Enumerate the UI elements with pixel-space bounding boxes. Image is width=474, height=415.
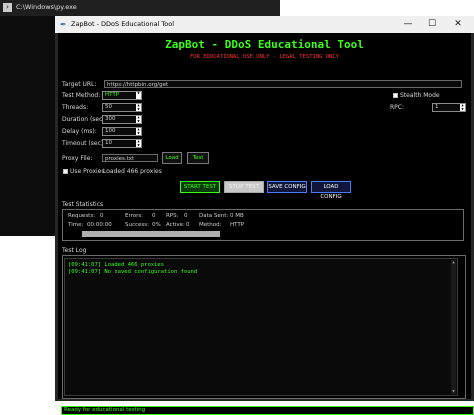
start-test-button[interactable]: START TEST bbox=[180, 181, 220, 193]
errors-label: Errors: bbox=[125, 213, 144, 219]
scroll-up-icon[interactable]: ▲ bbox=[451, 260, 456, 265]
spin-arrows-icon[interactable]: ▲ ▼ bbox=[136, 139, 141, 147]
spin-arrows-icon[interactable]: ▲ ▼ bbox=[136, 103, 141, 111]
target-url-label: Target URL: bbox=[62, 81, 97, 88]
active-value: 0 bbox=[186, 222, 190, 228]
maximize-button[interactable]: ☐ bbox=[419, 17, 445, 31]
proxy-load-button[interactable]: Load bbox=[162, 152, 182, 164]
rps-label: RPS: bbox=[166, 213, 179, 219]
log-scrollbar[interactable]: ▲ ▼ bbox=[451, 260, 456, 394]
rpc-value: 1 bbox=[435, 104, 439, 110]
requests-label: Requests: bbox=[68, 213, 96, 219]
errors-value: 0 bbox=[152, 213, 156, 219]
close-button[interactable]: ✕ bbox=[445, 17, 471, 31]
status-bar: Ready for educational testing bbox=[61, 406, 474, 415]
stop-test-button[interactable]: STOP TEST bbox=[224, 181, 264, 193]
data-sent-value: 0 MB bbox=[230, 213, 244, 219]
scroll-down-icon[interactable]: ▼ bbox=[451, 389, 456, 394]
duration-spinbox[interactable]: 300 ▲ ▼ bbox=[102, 115, 142, 124]
threads-value: 50 bbox=[105, 104, 112, 110]
proxy-test-button[interactable]: Test bbox=[187, 152, 209, 164]
chevron-down-icon: ▼ bbox=[136, 91, 141, 99]
log-line: [09:41:07] No saved configuration found bbox=[68, 269, 198, 275]
load-config-button[interactable]: LOAD CONFIG bbox=[311, 181, 351, 200]
window-title: ZapBot - DDoS Educational Tool bbox=[71, 20, 175, 28]
app-titlebar[interactable]: ✒ ZapBot - DDoS Educational Tool — ☐ ✕ bbox=[55, 16, 474, 33]
loaded-proxies-text: Loaded 466 proxies bbox=[103, 168, 162, 175]
proxy-file-input[interactable]: proxies.txt bbox=[102, 154, 158, 162]
threads-label: Threads: bbox=[62, 104, 89, 111]
test-statistics-label: Test Statistics bbox=[62, 201, 104, 208]
use-proxies-label: Use Proxies bbox=[70, 168, 105, 175]
success-value: 0% bbox=[152, 222, 161, 228]
use-proxies-checkbox[interactable] bbox=[63, 169, 68, 174]
time-label: Time: bbox=[68, 222, 84, 228]
console-title: C:\Windows\py.exe bbox=[16, 3, 77, 11]
target-url-input[interactable]: https://httpbin.org/get bbox=[104, 80, 462, 88]
data-sent-label: Data Sent: bbox=[199, 213, 229, 219]
timeout-spinbox[interactable]: 10 ▲ ▼ bbox=[102, 139, 142, 148]
test-log-label: Test Log bbox=[62, 247, 87, 254]
duration-value: 300 bbox=[105, 116, 116, 122]
spin-arrows-icon[interactable]: ▲ ▼ bbox=[136, 115, 141, 123]
rpc-label: RPC: bbox=[390, 104, 404, 111]
rps-value: 0 bbox=[184, 213, 188, 219]
app-content: ZapBot - DDoS Educational Tool FOR EDUCA… bbox=[58, 33, 474, 415]
feather-icon: ✒ bbox=[60, 20, 67, 29]
log-line: [09:41:07] Loaded 466 proxies bbox=[68, 262, 165, 268]
cmd-icon: › bbox=[3, 3, 12, 12]
app-window: ✒ ZapBot - DDoS Educational Tool — ☐ ✕ Z… bbox=[55, 16, 474, 415]
test-method-value: HTTP bbox=[105, 92, 120, 98]
spin-arrows-icon[interactable]: ▲ ▼ bbox=[460, 103, 465, 111]
minimize-button[interactable]: — bbox=[395, 17, 421, 31]
test-log-textarea[interactable]: [09:41:07] Loaded 466 proxies [09:41:07]… bbox=[64, 258, 458, 396]
spin-arrows-icon[interactable]: ▲ ▼ bbox=[136, 127, 141, 135]
app-header-subtitle: FOR EDUCATIONAL USE ONLY - LEGAL TESTING… bbox=[189, 54, 339, 60]
proxy-file-label: Proxy File: bbox=[62, 155, 93, 162]
test-progress-bar bbox=[82, 231, 220, 237]
delay-spinbox[interactable]: 100 ▲ ▼ bbox=[102, 127, 142, 136]
rpc-spinbox[interactable]: 1 ▲ ▼ bbox=[432, 103, 466, 112]
threads-spinbox[interactable]: 50 ▲ ▼ bbox=[102, 103, 142, 112]
success-label: Success: bbox=[125, 222, 149, 228]
test-method-select[interactable]: HTTP ▼ bbox=[102, 91, 142, 100]
timeout-label: Timeout (sec): bbox=[62, 140, 106, 147]
timeout-value: 10 bbox=[105, 140, 112, 146]
save-config-button[interactable]: SAVE CONFIG bbox=[267, 181, 307, 193]
delay-value: 100 bbox=[105, 128, 116, 134]
stealth-mode-label: Stealth Mode bbox=[400, 92, 440, 99]
duration-label: Duration (sec): bbox=[62, 116, 107, 123]
method-label: Method: bbox=[199, 222, 222, 228]
method-value: HTTP bbox=[230, 222, 245, 228]
test-method-label: Test Method: bbox=[62, 92, 101, 99]
delay-label: Delay (ms): bbox=[62, 128, 97, 135]
requests-value: 0 bbox=[100, 213, 104, 219]
active-label: Active: bbox=[166, 222, 185, 228]
time-value: 00:00:00 bbox=[87, 222, 112, 228]
stealth-mode-checkbox[interactable] bbox=[393, 93, 398, 98]
console-titlebar[interactable]: › C:\Windows\py.exe bbox=[0, 0, 280, 16]
app-header-title: ZapBot - DDoS Educational Tool bbox=[165, 38, 364, 51]
